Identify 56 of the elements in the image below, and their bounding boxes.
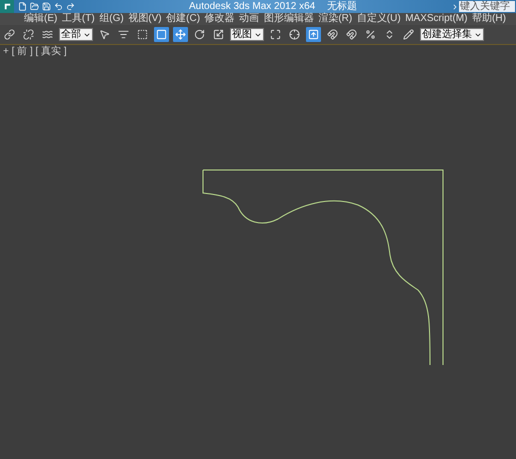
redo-icon[interactable] [66,2,75,11]
toolbar-button[interactable] [287,27,302,42]
scale-icon [213,29,224,40]
toolbar-button[interactable] [154,27,169,42]
menu-item[interactable]: 视图(V) [128,13,162,25]
menu-item[interactable]: 自定义(U) [356,13,401,25]
move-icon [175,29,186,40]
crosshair-icon [289,29,300,40]
toolbar-button[interactable] [173,27,188,42]
toolbar-button[interactable] [325,27,340,42]
window-title: Autodesk 3ds Max 2012 x64 [189,0,316,12]
pencil-icon [403,29,414,40]
toolbar-button[interactable] [306,27,321,42]
magnet-icon [346,29,357,40]
menu-item[interactable]: 帮助(H) [472,13,506,25]
list-icon [118,29,129,40]
menu-item[interactable]: 工具(T) [62,13,95,25]
menu-item[interactable]: 编辑(E) [24,13,58,25]
new-file-icon[interactable] [18,2,27,11]
menu-item[interactable]: 修改器 [204,13,235,25]
dropdown[interactable]: 视图 [230,28,264,41]
magnet-icon [327,29,338,40]
square-icon [156,29,167,40]
menu-item[interactable]: 动画 [239,13,260,25]
toolbar-button[interactable] [211,27,226,42]
app-logo-icon[interactable] [0,0,14,13]
link-icon [4,29,15,40]
spinner-icon [384,29,395,40]
menu-item[interactable]: 创建(C) [166,13,200,25]
toolbar-button[interactable] [192,27,207,42]
toolbar-button[interactable] [21,27,36,42]
menu-item[interactable]: 图形编辑器 [264,13,314,25]
rotate-icon [194,29,205,40]
maximize-icon [270,29,281,40]
toolbar-button[interactable] [268,27,283,42]
menu-item[interactable]: 渲染(R) [318,13,352,25]
viewport-label[interactable]: + [ 前 ] [ 真实 ] [3,46,67,57]
toolbar-button[interactable] [2,27,17,42]
toolbar-button[interactable] [344,27,359,42]
dropdown[interactable]: 创建选择集 [420,28,484,41]
chevron-icon[interactable] [451,2,459,10]
dropdown[interactable]: 全部 [59,28,93,41]
dashed-square-icon [137,29,148,40]
wave-icon [42,29,53,40]
toolbar-button[interactable] [401,27,416,42]
undo-icon[interactable] [54,2,63,11]
arrow-up-square-icon [308,29,319,40]
menu-item[interactable]: 组(G) [99,13,124,25]
pointer-icon [99,29,110,40]
document-title: 无标题 [327,0,358,12]
folder-icon[interactable] [30,2,39,11]
unlink-icon [23,29,34,40]
percent-icon [365,29,376,40]
toolbar-button[interactable] [135,27,150,42]
save-icon[interactable] [42,2,51,11]
menu-item[interactable]: MAXScript(M) [405,13,468,25]
